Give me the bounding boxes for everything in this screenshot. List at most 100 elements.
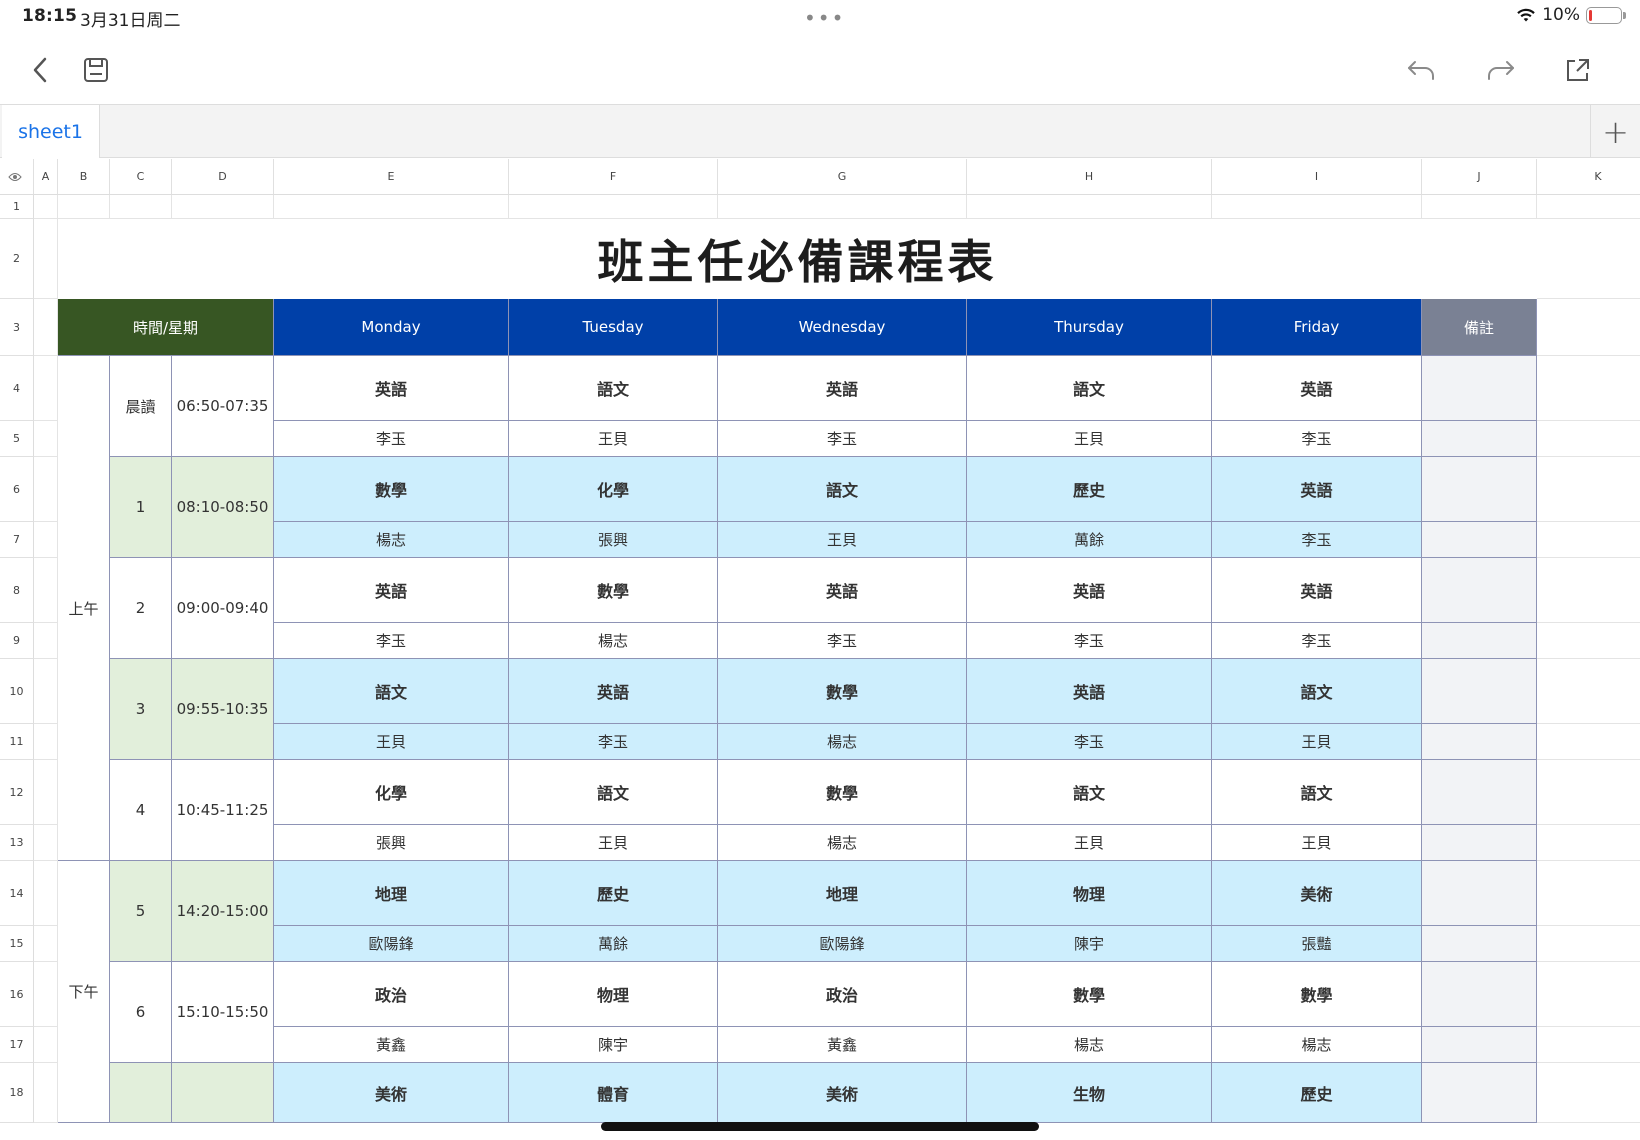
grid-cell[interactable] <box>34 195 58 219</box>
header-time-week[interactable]: 時間/星期 <box>58 299 274 356</box>
subject-cell[interactable]: 物理 <box>967 861 1212 926</box>
note-cell[interactable] <box>1422 558 1537 623</box>
subject-cell[interactable]: 歷史 <box>1212 1063 1422 1123</box>
row-header[interactable]: 8 <box>0 558 34 623</box>
subject-cell[interactable]: 數學 <box>1212 962 1422 1027</box>
grid-cell[interactable] <box>1537 926 1640 962</box>
teacher-cell[interactable]: 楊志 <box>274 522 509 558</box>
note-cell[interactable] <box>1422 623 1537 659</box>
column-header[interactable]: A <box>34 159 58 195</box>
row-header[interactable]: 12 <box>0 760 34 825</box>
grid-cell[interactable] <box>1537 522 1640 558</box>
grid-cell[interactable] <box>34 457 58 522</box>
session-afternoon[interactable]: 下午 <box>58 861 110 1123</box>
subject-cell[interactable]: 語文 <box>718 457 967 522</box>
grid-cell[interactable] <box>34 825 58 861</box>
teacher-cell[interactable]: 李玉 <box>1212 421 1422 457</box>
grid-cell[interactable] <box>1537 356 1640 421</box>
multitasking-dots-icon[interactable]: ••• <box>804 6 845 30</box>
grid-cell[interactable] <box>1212 195 1422 219</box>
period-label[interactable]: 4 <box>110 760 172 861</box>
teacher-cell[interactable]: 李玉 <box>274 421 509 457</box>
teacher-cell[interactable]: 李玉 <box>967 623 1212 659</box>
column-header[interactable]: J <box>1422 159 1537 195</box>
grid-cell[interactable] <box>967 195 1212 219</box>
teacher-cell[interactable]: 王貝 <box>274 724 509 760</box>
grid-cell[interactable] <box>1537 825 1640 861</box>
period-time[interactable]: 06:50-07:35 <box>172 356 274 457</box>
teacher-cell[interactable]: 楊志 <box>718 825 967 861</box>
period-label[interactable]: 1 <box>110 457 172 558</box>
subject-cell[interactable]: 歷史 <box>967 457 1212 522</box>
row-header[interactable]: 11 <box>0 724 34 760</box>
subject-cell[interactable]: 英語 <box>274 558 509 623</box>
note-cell[interactable] <box>1422 1027 1537 1063</box>
grid-cell[interactable] <box>1422 195 1537 219</box>
teacher-cell[interactable]: 李玉 <box>1212 623 1422 659</box>
grid-cell[interactable] <box>1537 1027 1640 1063</box>
subject-cell[interactable]: 數學 <box>718 760 967 825</box>
grid-cell[interactable] <box>34 724 58 760</box>
teacher-cell[interactable]: 黃鑫 <box>718 1027 967 1063</box>
teacher-cell[interactable]: 歐陽鋒 <box>718 926 967 962</box>
row-header[interactable]: 4 <box>0 356 34 421</box>
grid-cell[interactable] <box>509 195 718 219</box>
teacher-cell[interactable]: 歐陽鋒 <box>274 926 509 962</box>
teacher-cell[interactable]: 王貝 <box>509 825 718 861</box>
subject-cell[interactable]: 英語 <box>1212 356 1422 421</box>
back-button[interactable] <box>20 50 60 90</box>
row-header[interactable]: 16 <box>0 962 34 1027</box>
teacher-cell[interactable]: 李玉 <box>509 724 718 760</box>
session-morning[interactable]: 上午 <box>58 356 110 861</box>
teacher-cell[interactable]: 楊志 <box>509 623 718 659</box>
teacher-cell[interactable]: 李玉 <box>967 724 1212 760</box>
period-label[interactable]: 5 <box>110 861 172 962</box>
row-header[interactable]: 18 <box>0 1063 34 1123</box>
header-day[interactable]: Wednesday <box>718 299 967 356</box>
note-cell[interactable] <box>1422 760 1537 825</box>
teacher-cell[interactable]: 萬餘 <box>509 926 718 962</box>
row-header[interactable]: 6 <box>0 457 34 522</box>
row-header[interactable]: 14 <box>0 861 34 926</box>
period-label[interactable]: 6 <box>110 962 172 1063</box>
row-header[interactable]: 2 <box>0 219 34 299</box>
column-header[interactable]: D <box>172 159 274 195</box>
subject-cell[interactable]: 政治 <box>274 962 509 1027</box>
teacher-cell[interactable]: 王貝 <box>1212 825 1422 861</box>
period-time[interactable]: 10:45-11:25 <box>172 760 274 861</box>
period-time[interactable]: 15:10-15:50 <box>172 962 274 1063</box>
grid-cell[interactable] <box>34 1063 58 1123</box>
teacher-cell[interactable]: 王貝 <box>718 522 967 558</box>
header-day[interactable]: Tuesday <box>509 299 718 356</box>
subject-cell[interactable]: 數學 <box>509 558 718 623</box>
subject-cell[interactable]: 英語 <box>718 558 967 623</box>
column-header[interactable]: F <box>509 159 718 195</box>
teacher-cell[interactable]: 張興 <box>509 522 718 558</box>
subject-cell[interactable]: 體育 <box>509 1063 718 1123</box>
row-header[interactable]: 1 <box>0 195 34 219</box>
note-cell[interactable] <box>1422 457 1537 522</box>
subject-cell[interactable]: 數學 <box>967 962 1212 1027</box>
grid-cell[interactable] <box>34 421 58 457</box>
note-cell[interactable] <box>1422 825 1537 861</box>
grid-cell[interactable] <box>1537 962 1640 1027</box>
grid-corner[interactable] <box>0 159 34 195</box>
add-sheet-button[interactable]: + <box>1590 105 1640 158</box>
subject-cell[interactable]: 英語 <box>967 558 1212 623</box>
teacher-cell[interactable]: 陳宇 <box>509 1027 718 1063</box>
period-time[interactable]: 09:00-09:40 <box>172 558 274 659</box>
period-label[interactable]: 2 <box>110 558 172 659</box>
grid-cell[interactable] <box>34 962 58 1027</box>
subject-cell[interactable]: 物理 <box>509 962 718 1027</box>
grid-cell[interactable] <box>1537 219 1640 299</box>
teacher-cell[interactable]: 楊志 <box>718 724 967 760</box>
row-header[interactable]: 9 <box>0 623 34 659</box>
column-header[interactable]: G <box>718 159 967 195</box>
subject-cell[interactable]: 語文 <box>1212 760 1422 825</box>
share-button[interactable] <box>1558 50 1598 90</box>
subject-cell[interactable]: 英語 <box>967 659 1212 724</box>
teacher-cell[interactable]: 王貝 <box>509 421 718 457</box>
column-header[interactable]: I <box>1212 159 1422 195</box>
note-cell[interactable] <box>1422 1063 1537 1123</box>
grid-cell[interactable] <box>34 659 58 724</box>
